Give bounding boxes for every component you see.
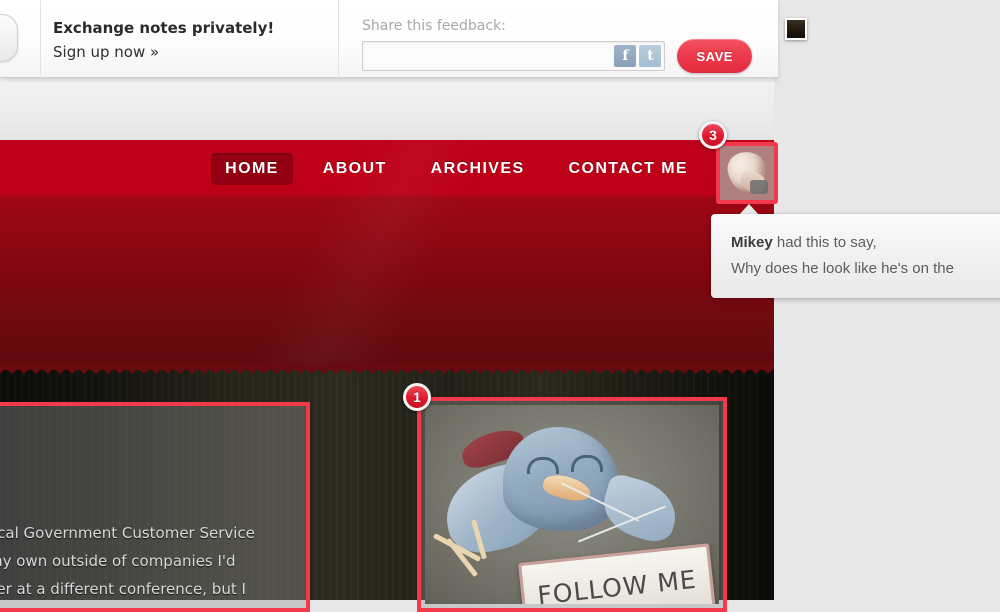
comment-body: Why does he look like he's on the (731, 260, 954, 277)
annotated-region-right[interactable]: FOLLOW ME (417, 397, 727, 612)
avatar (720, 146, 774, 200)
share-block: Share this feedback: f t SAVE (362, 18, 752, 73)
article-excerpt: ocal Government Customer Service my own … (0, 519, 308, 603)
signup-block: Exchange notes privately! Sign up now » (53, 16, 323, 65)
share-row: f t SAVE (362, 39, 752, 73)
nav-item-archives[interactable]: ARCHIVES (417, 153, 539, 185)
nav-item-about[interactable]: ABOUT (309, 153, 401, 185)
twitter-bird-icon: FOLLOW ME (425, 405, 719, 604)
comment-tooltip: Mikey had this to say, Why does he look … (711, 214, 1000, 298)
site-top-spacer (0, 78, 774, 140)
share-input-wrapper[interactable]: f t (362, 41, 666, 71)
commenter-avatar-highlight[interactable] (716, 142, 778, 204)
share-input[interactable] (363, 43, 615, 69)
toolbar-divider-right (338, 0, 339, 78)
excerpt-line-2: my own outside of companies I'd (0, 552, 236, 570)
annotation-badge-3[interactable]: 3 (699, 121, 727, 149)
toolbar-divider-left (40, 0, 41, 78)
save-button[interactable]: SAVE (677, 39, 752, 73)
annotation-badge-1[interactable]: 1 (403, 383, 431, 411)
nav-item-contact-me[interactable]: CONTACT ME (555, 153, 702, 185)
twitter-icon[interactable]: t (639, 45, 662, 67)
signup-now-link[interactable]: Sign up now » (53, 40, 323, 65)
nav-item-home[interactable]: HOME (211, 153, 293, 185)
comment-author: Mikey (731, 234, 773, 251)
toolbar-drag-handle[interactable] (0, 14, 18, 62)
sawtooth-divider (0, 364, 774, 374)
page-thumbnail-swatch[interactable] (785, 18, 807, 40)
excerpt-line-1: ocal Government Customer Service (0, 524, 255, 542)
comment-attribution: Mikey had this to say, (731, 230, 1000, 256)
facebook-icon[interactable]: f (614, 45, 637, 67)
follow-me-label: FOLLOW ME (536, 564, 698, 604)
share-label: Share this feedback: (362, 18, 506, 34)
feedback-toolbar: Exchange notes privately! Sign up now » … (0, 0, 778, 78)
site-navigation: HOME ABOUT ARCHIVES CONTACT ME (0, 140, 774, 198)
follow-me-sign: FOLLOW ME (517, 543, 717, 604)
comment-attribution-suffix: had this to say, (772, 234, 877, 251)
excerpt-line-3: lier at a different conference, but I (0, 580, 246, 598)
signup-title: Exchange notes privately! (53, 19, 275, 37)
site-header-banner: HOME ABOUT ARCHIVES CONTACT ME (0, 140, 774, 372)
